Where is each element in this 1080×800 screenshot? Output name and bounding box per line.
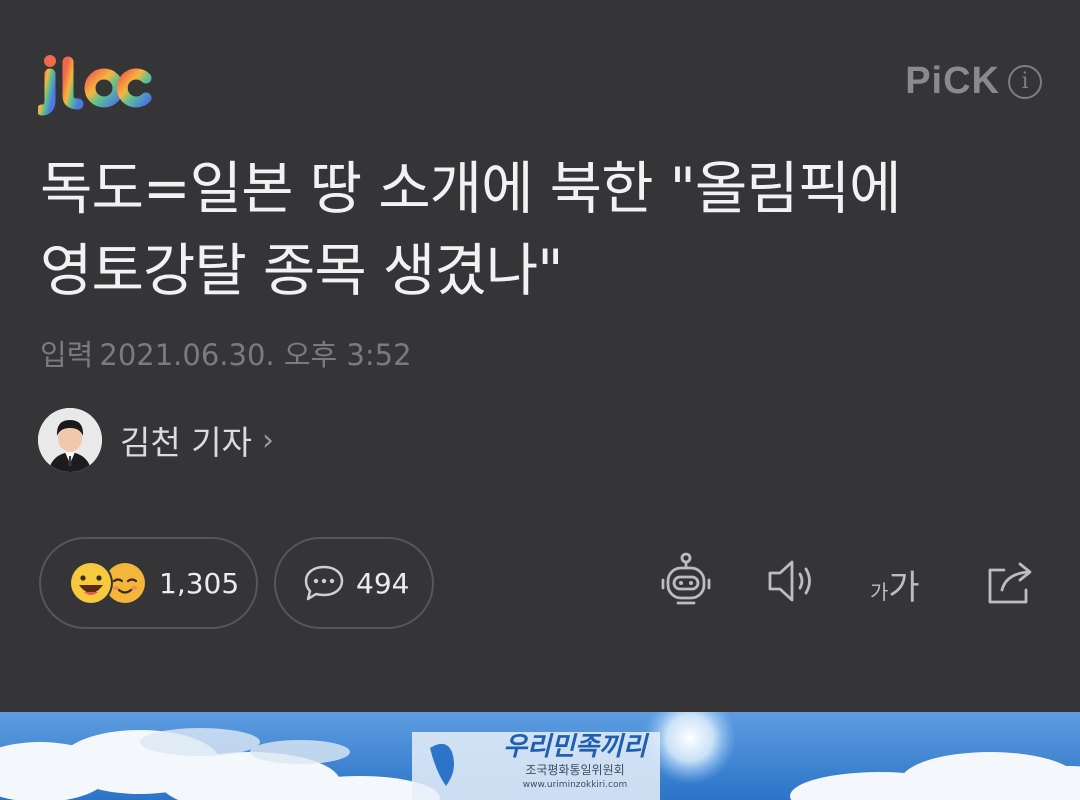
date-label: 입력 [40, 338, 94, 372]
smile-emoji-icon [69, 561, 145, 605]
headline-line-2: 영토강탈 종목 생겼나" [40, 238, 563, 304]
font-size-large-glyph: 가 [888, 568, 920, 608]
comment-count: 494 [356, 566, 410, 600]
robot-summary-icon[interactable] [656, 550, 716, 614]
reactions-button[interactable]: 1,305 [39, 537, 258, 629]
date-value: 2021.06.30. 오후 3:52 [99, 338, 412, 372]
image-caption-title: 우리민족끼리 [503, 732, 647, 762]
pick-badge[interactable]: PiCK i [905, 60, 1042, 103]
info-icon[interactable]: i [1008, 64, 1042, 99]
publish-date: 입력 2021.06.30. 오후 3:52 [40, 332, 412, 374]
jtbc-logo[interactable] [38, 52, 152, 116]
chevron-right-icon: › [261, 422, 274, 458]
image-caption-sub: 조국평화통일위원회 [525, 763, 625, 777]
font-size-small-glyph: 가 [870, 580, 889, 604]
share-icon[interactable] [982, 556, 1040, 612]
reaction-emoji-group [67, 559, 149, 607]
pick-label: PiCK [905, 60, 1000, 102]
article-image[interactable]: 우리민족끼리 조국평화통일위원회 www.uriminzokkiri.com [0, 712, 1080, 800]
comment-bubble-icon [304, 565, 344, 601]
font-size-icon[interactable]: 가가 [870, 560, 920, 609]
speaker-icon[interactable] [766, 556, 820, 610]
reporter-avatar [38, 408, 102, 472]
reporter-name: 김천 기자 [120, 423, 252, 462]
reporter-link[interactable]: 김천 기자 › [38, 408, 274, 472]
image-caption-url: www.uriminzokkiri.com [522, 780, 628, 790]
comments-button[interactable]: 494 [274, 537, 434, 629]
reaction-count: 1,305 [159, 566, 240, 600]
image-caption: 우리민족끼리 조국평화통일위원회 www.uriminzokkiri.com [480, 732, 670, 792]
article-headline: 독도=일본 땅 소개에 북한 "올림픽에 영토강탈 종목 생겼나" [40, 148, 1050, 312]
headline-line-1: 독도=일본 땅 소개에 북한 "올림픽에 [40, 156, 902, 222]
